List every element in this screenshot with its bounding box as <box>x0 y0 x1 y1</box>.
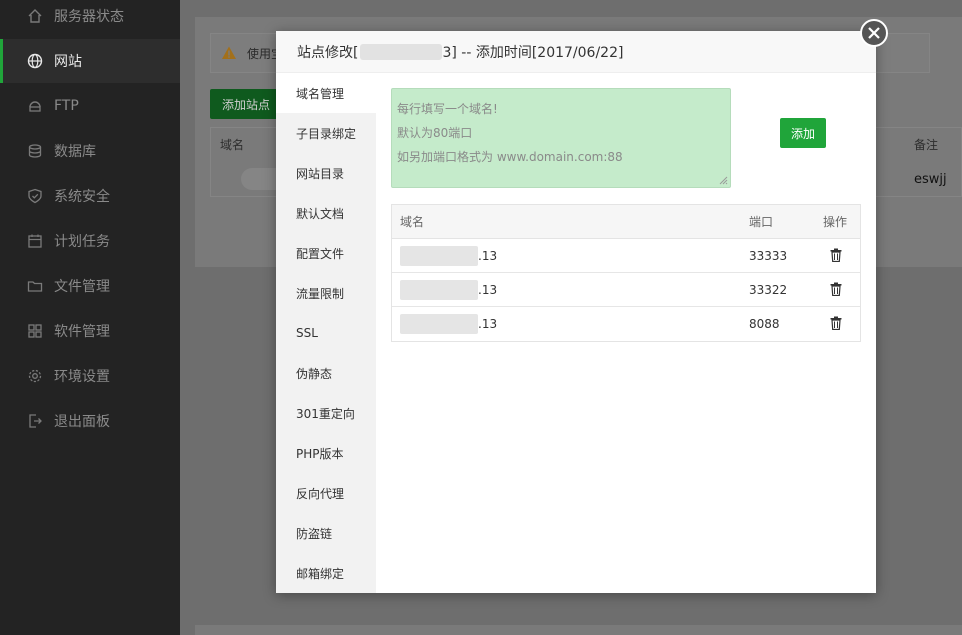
table-row: .13 33322 <box>392 273 860 307</box>
add-domain-button[interactable]: 添加 <box>780 118 826 148</box>
sidebar-item-label: 环境设置 <box>54 369 110 385</box>
modal-title-prefix: 站点修改[ <box>297 44 359 61</box>
sidebar-item-logout[interactable]: 退出面板 <box>0 399 180 443</box>
tab-traffic-limit[interactable]: 流量限制 <box>276 273 376 313</box>
sidebar-item-files[interactable]: 文件管理 <box>0 264 180 308</box>
redacted-site-name <box>360 43 443 60</box>
trash-icon[interactable] <box>829 282 843 296</box>
add-site-button[interactable]: 添加站点 <box>210 89 282 119</box>
table-header-remark: 备注 <box>914 138 939 152</box>
trash-icon[interactable] <box>829 248 843 262</box>
tab-mail-binding[interactable]: 邮箱绑定 <box>276 553 376 593</box>
tab-config-file[interactable]: 配置文件 <box>276 233 376 273</box>
sidebar-item-website[interactable]: 网站 <box>0 39 180 83</box>
sidebar-item-database[interactable]: 数据库 <box>0 129 180 173</box>
tab-domain[interactable]: 域名管理 <box>276 73 376 113</box>
grid-icon <box>26 322 44 340</box>
database-icon <box>26 142 44 160</box>
tab-ssl[interactable]: SSL <box>276 313 376 353</box>
placeholder-line: 默认为80端口 <box>397 126 473 140</box>
site-edit-modal: 站点修改[ 3] -- 添加时间[2017/06/22] 域名管理 子目录绑定 … <box>276 31 876 593</box>
close-icon <box>868 27 880 39</box>
shield-icon <box>26 187 44 205</box>
domain-cell: .13 <box>478 249 498 263</box>
tab-subdirectory[interactable]: 子目录绑定 <box>276 113 376 153</box>
domain-cell: .13 <box>478 317 498 331</box>
table-header: 域名 端口 操作 <box>392 205 860 239</box>
sidebar-item-label: 数据库 <box>54 144 96 160</box>
sidebar-item-label: 网站 <box>54 54 82 70</box>
sidebar-item-label: 计划任务 <box>54 234 110 250</box>
modal-title-suffix: 3] -- 添加时间[2017/06/22] <box>442 44 624 61</box>
globe-icon <box>26 52 44 70</box>
tab-rewrite[interactable]: 伪静态 <box>276 353 376 393</box>
sidebar-item-software[interactable]: 软件管理 <box>0 309 180 353</box>
tab-301-redirect[interactable]: 301重定向 <box>276 393 376 433</box>
footer-strip <box>195 625 962 635</box>
tab-default-document[interactable]: 默认文档 <box>276 193 376 233</box>
sidebar-item-label: 文件管理 <box>54 279 110 295</box>
tab-site-directory[interactable]: 网站目录 <box>276 153 376 193</box>
sidebar-item-cron[interactable]: 计划任务 <box>0 219 180 263</box>
sidebar-item-security[interactable]: 系统安全 <box>0 174 180 218</box>
domain-table: 域名 端口 操作 .13 33333 .13 33322 .13 8088 <box>391 204 861 342</box>
placeholder-line: 每行填写一个域名! <box>397 102 498 116</box>
ftp-icon <box>26 97 44 115</box>
sidebar-item-label: FTP <box>54 98 79 114</box>
header-action: 操作 <box>823 215 848 229</box>
modal-tabs: 域名管理 子目录绑定 网站目录 默认文档 配置文件 流量限制 SSL 伪静态 3… <box>276 73 376 593</box>
folder-icon <box>26 277 44 295</box>
tab-reverse-proxy[interactable]: 反向代理 <box>276 473 376 513</box>
tab-hotlink-protection[interactable]: 防盗链 <box>276 513 376 553</box>
port-cell: 33333 <box>749 249 788 263</box>
port-cell: 8088 <box>749 317 780 331</box>
port-cell: 33322 <box>749 283 788 297</box>
sidebar-item-server-status[interactable]: 服务器状态 <box>0 0 180 38</box>
trash-icon[interactable] <box>829 316 843 330</box>
placeholder-line: 如另加端口格式为 www.domain.com:88 <box>397 150 623 164</box>
domain-textarea[interactable]: 每行填写一个域名! 默认为80端口 如另加端口格式为 www.domain.co… <box>391 88 731 188</box>
calendar-icon <box>26 232 44 250</box>
resize-grip-icon[interactable] <box>718 175 728 185</box>
domain-cell: .13 <box>478 283 498 297</box>
gear-icon <box>26 367 44 385</box>
warning-icon <box>221 45 237 61</box>
modal-header: 站点修改[ 3] -- 添加时间[2017/06/22] <box>276 31 876 73</box>
table-row: .13 8088 <box>392 307 860 341</box>
tab-php-version[interactable]: PHP版本 <box>276 433 376 473</box>
close-modal-button[interactable] <box>860 19 888 47</box>
sidebar-item-label: 软件管理 <box>54 324 110 340</box>
sidebar-item-ftp[interactable]: FTP <box>0 84 180 128</box>
sidebar: 服务器状态 网站 FTP 数据库 系统安全 计划任务 文件管理 软件管理 环境设… <box>0 0 180 635</box>
home-icon <box>26 7 44 25</box>
logout-icon <box>26 412 44 430</box>
table-header-domain: 域名 <box>220 138 245 152</box>
redacted-domain <box>400 280 478 300</box>
sidebar-item-label: 退出面板 <box>54 414 110 430</box>
sidebar-item-settings[interactable]: 环境设置 <box>0 354 180 398</box>
sidebar-item-label: 系统安全 <box>54 189 110 205</box>
redacted-domain <box>400 246 478 266</box>
sidebar-item-label: 服务器状态 <box>54 9 124 25</box>
header-port: 端口 <box>749 215 774 229</box>
header-domain: 域名 <box>400 215 425 229</box>
table-row: .13 33333 <box>392 239 860 273</box>
redacted-domain <box>400 314 478 334</box>
table-cell-remark: eswjj <box>914 172 947 187</box>
